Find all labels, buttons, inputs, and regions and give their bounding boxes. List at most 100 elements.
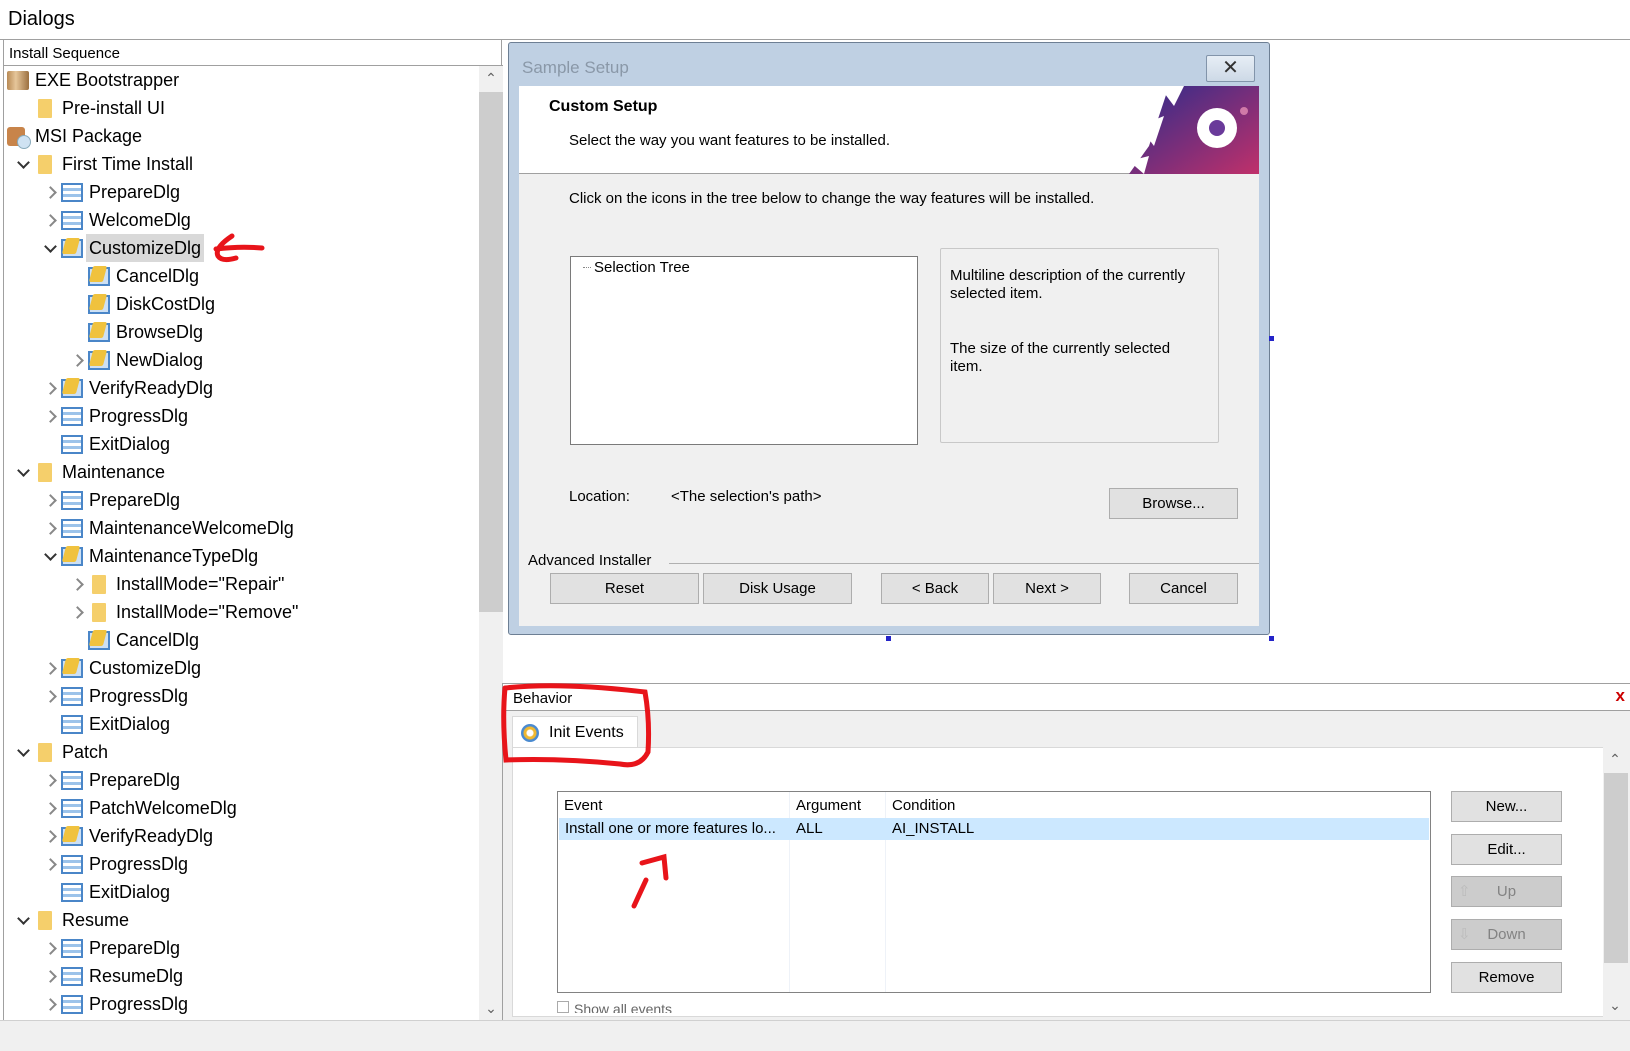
- tree-item[interactable]: CancelDlg: [4, 626, 474, 654]
- column-header-argument[interactable]: Argument: [790, 794, 861, 817]
- tree-scrollbar[interactable]: ⌃ ⌄: [479, 66, 503, 1020]
- tree-item[interactable]: Pre-install UI: [4, 94, 474, 122]
- scroll-up-icon[interactable]: ⌃: [479, 66, 503, 90]
- close-icon[interactable]: ✕: [1206, 55, 1255, 82]
- tree-item[interactable]: ExitDialog: [4, 430, 474, 458]
- chevron-right-icon[interactable]: [44, 522, 56, 534]
- scroll-up-icon[interactable]: ⌃: [1603, 747, 1627, 771]
- chevron-right-icon[interactable]: [44, 774, 56, 786]
- up-button[interactable]: ⇧ Up: [1451, 876, 1562, 907]
- tree-item[interactable]: PrepareDlg: [4, 486, 474, 514]
- resize-handle[interactable]: [1269, 636, 1274, 641]
- behavior-panel: Behavior x Init Events Event Argument Co…: [502, 683, 1630, 1020]
- tree-item[interactable]: InstallMode="Remove": [4, 598, 474, 626]
- chevron-down-icon[interactable]: [17, 466, 29, 478]
- selection-tree-root[interactable]: Selection Tree: [594, 259, 690, 276]
- dialog-icon: [61, 183, 83, 202]
- tree-item[interactable]: BrowseDlg: [4, 318, 474, 346]
- chevron-right-icon[interactable]: [71, 578, 83, 590]
- tree-item[interactable]: VerifyReadyDlg: [4, 822, 474, 850]
- tree-item[interactable]: MaintenanceWelcomeDlg: [4, 514, 474, 542]
- scroll-down-icon[interactable]: ⌄: [1603, 993, 1627, 1017]
- column-header-condition[interactable]: Condition: [886, 794, 955, 817]
- tree-item[interactable]: ExitDialog: [4, 878, 474, 906]
- tab-init-events[interactable]: Init Events: [512, 716, 638, 749]
- tree-item[interactable]: ProgressDlg: [4, 850, 474, 878]
- tree-item[interactable]: Patch: [4, 738, 474, 766]
- tree-item[interactable]: WelcomeDlg: [4, 206, 474, 234]
- tree-item[interactable]: ProgressDlg: [4, 402, 474, 430]
- scrollbar-thumb[interactable]: [1604, 773, 1628, 963]
- tree-item[interactable]: DiskCostDlg: [4, 290, 474, 318]
- chevron-right-icon[interactable]: [44, 382, 56, 394]
- back-button[interactable]: < Back: [881, 573, 989, 604]
- tree-item[interactable]: EXE Bootstrapper: [4, 66, 474, 94]
- tree-item[interactable]: CustomizeDlg: [4, 234, 474, 262]
- browse-button[interactable]: Browse...: [1109, 488, 1238, 519]
- chevron-down-icon[interactable]: [44, 242, 56, 254]
- new-button[interactable]: New...: [1451, 791, 1562, 822]
- remove-button[interactable]: Remove: [1451, 962, 1562, 993]
- tree-item[interactable]: ExitDialog: [4, 710, 474, 738]
- resize-handle[interactable]: [886, 636, 891, 641]
- chevron-right-icon[interactable]: [44, 970, 56, 982]
- resize-handle[interactable]: [1269, 336, 1274, 341]
- tree-item-label: Resume: [62, 910, 130, 930]
- cancel-button[interactable]: Cancel: [1129, 573, 1238, 604]
- size-text: The size of the currently selected item.: [950, 340, 1171, 375]
- reset-button[interactable]: Reset: [550, 573, 699, 604]
- show-all-events-checkbox[interactable]: Show all events: [557, 1001, 672, 1013]
- tree-item[interactable]: PrepareDlg: [4, 178, 474, 206]
- tree-item[interactable]: ResumeDlg: [4, 962, 474, 990]
- chevron-down-icon[interactable]: [17, 158, 29, 170]
- chevron-right-icon[interactable]: [44, 494, 56, 506]
- chevron-down-icon[interactable]: [17, 914, 29, 926]
- chevron-right-icon[interactable]: [44, 802, 56, 814]
- next-button[interactable]: Next >: [993, 573, 1101, 604]
- dialog-preview[interactable]: Sample Setup ✕ Custom Setup Select the w…: [508, 42, 1270, 635]
- edit-button[interactable]: Edit...: [1451, 834, 1562, 865]
- tree-item[interactable]: MaintenanceTypeDlg: [4, 542, 474, 570]
- tree-item[interactable]: Maintenance: [4, 458, 474, 486]
- column-header-event[interactable]: Event: [558, 794, 602, 817]
- tree-item[interactable]: MSI Package: [4, 122, 474, 150]
- tree-item[interactable]: PrepareDlg: [4, 766, 474, 794]
- chevron-right-icon[interactable]: [44, 214, 56, 226]
- tree-item[interactable]: CancelDlg: [4, 262, 474, 290]
- chevron-right-icon[interactable]: [44, 186, 56, 198]
- tree-item[interactable]: InstallMode="Repair": [4, 570, 474, 598]
- scrollbar-thumb[interactable]: [479, 92, 503, 612]
- selection-tree[interactable]: Selection Tree: [570, 256, 918, 445]
- chevron-right-icon[interactable]: [44, 830, 56, 842]
- chevron-down-icon[interactable]: [44, 550, 56, 562]
- tree-item[interactable]: First Time Install: [4, 150, 474, 178]
- chevron-right-icon[interactable]: [71, 606, 83, 618]
- chevron-right-icon[interactable]: [71, 354, 83, 366]
- custom-dialog-icon: [61, 827, 83, 846]
- tree-item[interactable]: Resume: [4, 906, 474, 934]
- chevron-right-icon[interactable]: [44, 858, 56, 870]
- events-table[interactable]: Event Argument Condition Install one or …: [557, 791, 1431, 993]
- close-icon[interactable]: x: [1616, 686, 1625, 706]
- sequence-header[interactable]: Install Sequence: [4, 40, 503, 66]
- chevron-right-icon[interactable]: [44, 410, 56, 422]
- down-button[interactable]: ⇩ Down: [1451, 919, 1562, 950]
- checkbox-icon[interactable]: [557, 1001, 569, 1013]
- table-row[interactable]: Install one or more features lo... ALL A…: [559, 818, 1429, 840]
- chevron-right-icon[interactable]: [44, 662, 56, 674]
- chevron-right-icon[interactable]: [44, 942, 56, 954]
- tree-item[interactable]: CustomizeDlg: [4, 654, 474, 682]
- tree-item[interactable]: ProgressDlg: [4, 990, 474, 1018]
- chevron-right-icon[interactable]: [44, 690, 56, 702]
- tree-item[interactable]: PatchWelcomeDlg: [4, 794, 474, 822]
- tree-item[interactable]: PrepareDlg: [4, 934, 474, 962]
- tree-item[interactable]: NewDialog: [4, 346, 474, 374]
- behavior-scrollbar[interactable]: ⌃ ⌄: [1603, 747, 1629, 1017]
- chevron-right-icon[interactable]: [44, 998, 56, 1010]
- tree-item[interactable]: ProgressDlg: [4, 682, 474, 710]
- chevron-down-icon[interactable]: [17, 746, 29, 758]
- disk-usage-button[interactable]: Disk Usage: [703, 573, 852, 604]
- scroll-down-icon[interactable]: ⌄: [479, 996, 503, 1020]
- tree-item[interactable]: VerifyReadyDlg: [4, 374, 474, 402]
- description-text: Multiline description of the currently s…: [950, 267, 1186, 302]
